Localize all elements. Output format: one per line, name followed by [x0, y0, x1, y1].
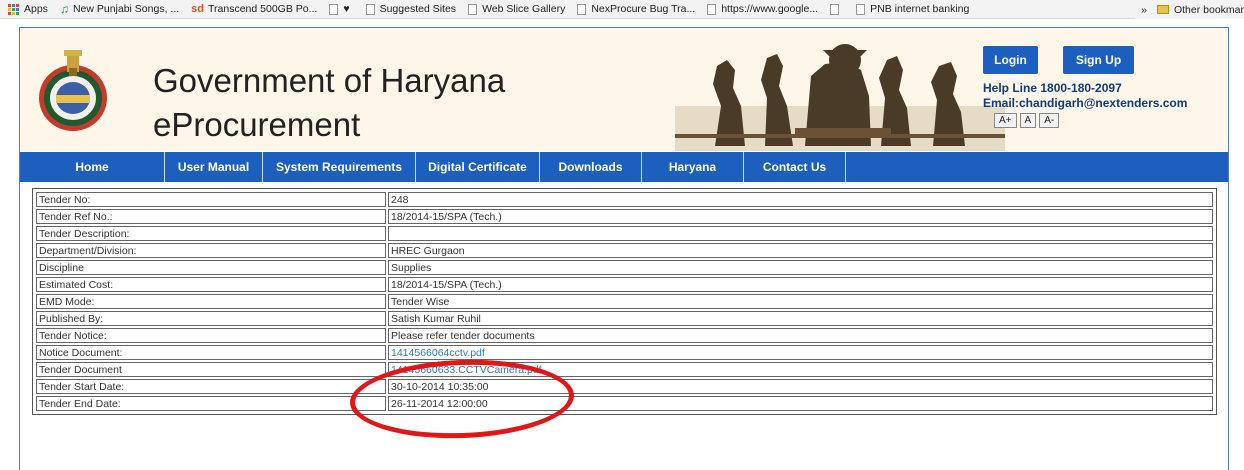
tender-details-table: Tender No: 248 Tender Ref No.: 18/2014-1…	[32, 188, 1217, 415]
field-label: EMD Mode:	[36, 294, 386, 309]
field-value: 18/2014-15/SPA (Tech.)	[388, 277, 1213, 292]
bookmark-label: Web Slice Gallery	[482, 3, 566, 15]
font-larger-button[interactable]: A+	[994, 113, 1017, 128]
nav-downloads[interactable]: Downloads	[540, 152, 642, 182]
heart-icon: ♥	[343, 3, 350, 15]
field-value: 248	[388, 192, 1213, 207]
music-icon: ♫	[59, 2, 69, 16]
font-smaller-button[interactable]: A-	[1039, 113, 1060, 128]
page-icon	[830, 3, 840, 15]
bookmark-label: New Punjabi Songs, ...	[72, 3, 180, 15]
page-icon	[707, 3, 717, 15]
header-banner: Government of Haryana eProcurement Login…	[20, 28, 1228, 151]
haryana-emblem-icon	[39, 50, 107, 131]
table-row: Tender Description:	[36, 226, 1213, 241]
field-label: Tender No:	[36, 192, 386, 207]
bookmark-punjabi-songs[interactable]: ♫ New Punjabi Songs, ...	[60, 2, 179, 16]
bookmark-blank[interactable]	[830, 3, 844, 15]
nav-system-requirements[interactable]: System Requirements	[263, 152, 416, 182]
page-icon	[365, 3, 375, 15]
bookmarks-bar: Apps ♫ New Punjabi Songs, ... sd Transce…	[0, 0, 1244, 19]
bookmark-label: PNB internet banking	[870, 3, 970, 15]
field-value: 1414566064cctv.pdf	[388, 345, 1213, 360]
page-title-line2: eProcurement	[153, 106, 361, 143]
page-icon	[329, 3, 339, 15]
table-row: Department/Division: HREC Gurgaon	[36, 243, 1213, 258]
field-label: Department/Division:	[36, 243, 386, 258]
bookmark-label: Transcend 500GB Po...	[208, 3, 318, 15]
page-icon	[856, 3, 866, 15]
chariot-statue-image	[675, 44, 1005, 151]
bookmark-google[interactable]: https://www.google...	[707, 3, 818, 15]
nav-digital-certificate[interactable]: Digital Certificate	[416, 152, 540, 182]
page-icon	[468, 3, 478, 15]
table-row: Tender Start Date: 30-10-2014 10:35:00	[36, 379, 1213, 394]
other-bookmarks-label[interactable]: Other bookmar	[1174, 4, 1244, 16]
table-row: Notice Document: 1414566064cctv.pdf	[36, 345, 1213, 360]
field-label: Estimated Cost:	[36, 277, 386, 292]
field-value: 30-10-2014 10:35:00	[388, 379, 1213, 394]
main-nav: Home User Manual System Requirements Dig…	[20, 152, 1228, 182]
nav-user-manual[interactable]: User Manual	[165, 152, 263, 182]
table-row: Tender End Date: 26-11-2014 12:00:00	[36, 396, 1213, 411]
field-label: Tender Document	[36, 362, 386, 377]
field-label: Tender Ref No.:	[36, 209, 386, 224]
bookmarks-overflow-area: » Other bookmar	[1135, 0, 1244, 19]
folder-icon	[1156, 5, 1169, 14]
bookmark-apps[interactable]: Apps	[8, 3, 48, 15]
tender-document-link[interactable]: 14145660633.CCTVCamera.pdf	[391, 364, 542, 376]
nav-home[interactable]: Home	[20, 152, 165, 182]
font-normal-button[interactable]: A	[1019, 113, 1037, 128]
table-row: Tender No: 248	[36, 192, 1213, 207]
apps-icon	[8, 3, 19, 15]
field-value: Tender Wise	[388, 294, 1213, 309]
field-value: 18/2014-15/SPA (Tech.)	[388, 209, 1213, 224]
page-title-line1: Government of Haryana	[153, 62, 506, 99]
table-row: Tender Document 14145660633.CCTVCamera.p…	[36, 362, 1213, 377]
field-label: Notice Document:	[36, 345, 386, 360]
table-row: Tender Ref No.: 18/2014-15/SPA (Tech.)	[36, 209, 1213, 224]
bookmark-label: NexProcure Bug Tra...	[591, 3, 696, 15]
field-value: HREC Gurgaon	[388, 243, 1213, 258]
field-value: Satish Kumar Ruhil	[388, 311, 1213, 326]
bookmark-web-slice-gallery[interactable]: Web Slice Gallery	[468, 3, 565, 15]
helpline-text: Help Line 1800-180-2097	[983, 81, 1122, 95]
bookmark-pnb[interactable]: PNB internet banking	[856, 3, 969, 15]
field-value: 26-11-2014 12:00:00	[388, 396, 1213, 411]
table-row: Discipline Supplies	[36, 260, 1213, 275]
field-value	[388, 226, 1213, 241]
field-label: Tender Notice:	[36, 328, 386, 343]
signup-button[interactable]: Sign Up	[1063, 46, 1134, 74]
login-button[interactable]: Login	[983, 46, 1038, 74]
bookmark-label: Apps	[24, 3, 48, 15]
nav-contact-us[interactable]: Contact Us	[744, 152, 846, 182]
page-frame: Government of Haryana eProcurement Login…	[19, 27, 1229, 470]
bookmark-nexprocure[interactable]: NexProcure Bug Tra...	[577, 3, 695, 15]
sd-icon: sd	[191, 3, 205, 15]
field-value: 14145660633.CCTVCamera.pdf	[388, 362, 1213, 377]
field-value: Please refer tender documents	[388, 328, 1213, 343]
field-label: Published By:	[36, 311, 386, 326]
field-label: Tender Start Date:	[36, 379, 386, 394]
field-label: Tender Description:	[36, 226, 386, 241]
overflow-chevron-icon[interactable]: »	[1141, 4, 1147, 16]
bookmark-suggested-sites[interactable]: Suggested Sites	[365, 3, 457, 15]
field-label: Discipline	[36, 260, 386, 275]
field-label: Tender End Date:	[36, 396, 386, 411]
field-value: Supplies	[388, 260, 1213, 275]
page-icon	[577, 3, 587, 15]
notice-document-link[interactable]: 1414566064cctv.pdf	[391, 347, 485, 359]
table-row: EMD Mode: Tender Wise	[36, 294, 1213, 309]
nav-haryana[interactable]: Haryana	[642, 152, 744, 182]
bookmark-transcend[interactable]: sd Transcend 500GB Po...	[191, 3, 317, 15]
font-size-controls: A+ A A-	[994, 113, 1060, 128]
bookmark-label: https://www.google...	[721, 3, 819, 15]
email-text: Email:chandigarh@nextenders.com	[983, 96, 1188, 110]
bookmark-label: Suggested Sites	[379, 3, 457, 15]
table-row: Tender Notice: Please refer tender docum…	[36, 328, 1213, 343]
bookmark-heart[interactable]: ♥	[329, 3, 353, 15]
table-row: Estimated Cost: 18/2014-15/SPA (Tech.)	[36, 277, 1213, 292]
table-row: Published By: Satish Kumar Ruhil	[36, 311, 1213, 326]
